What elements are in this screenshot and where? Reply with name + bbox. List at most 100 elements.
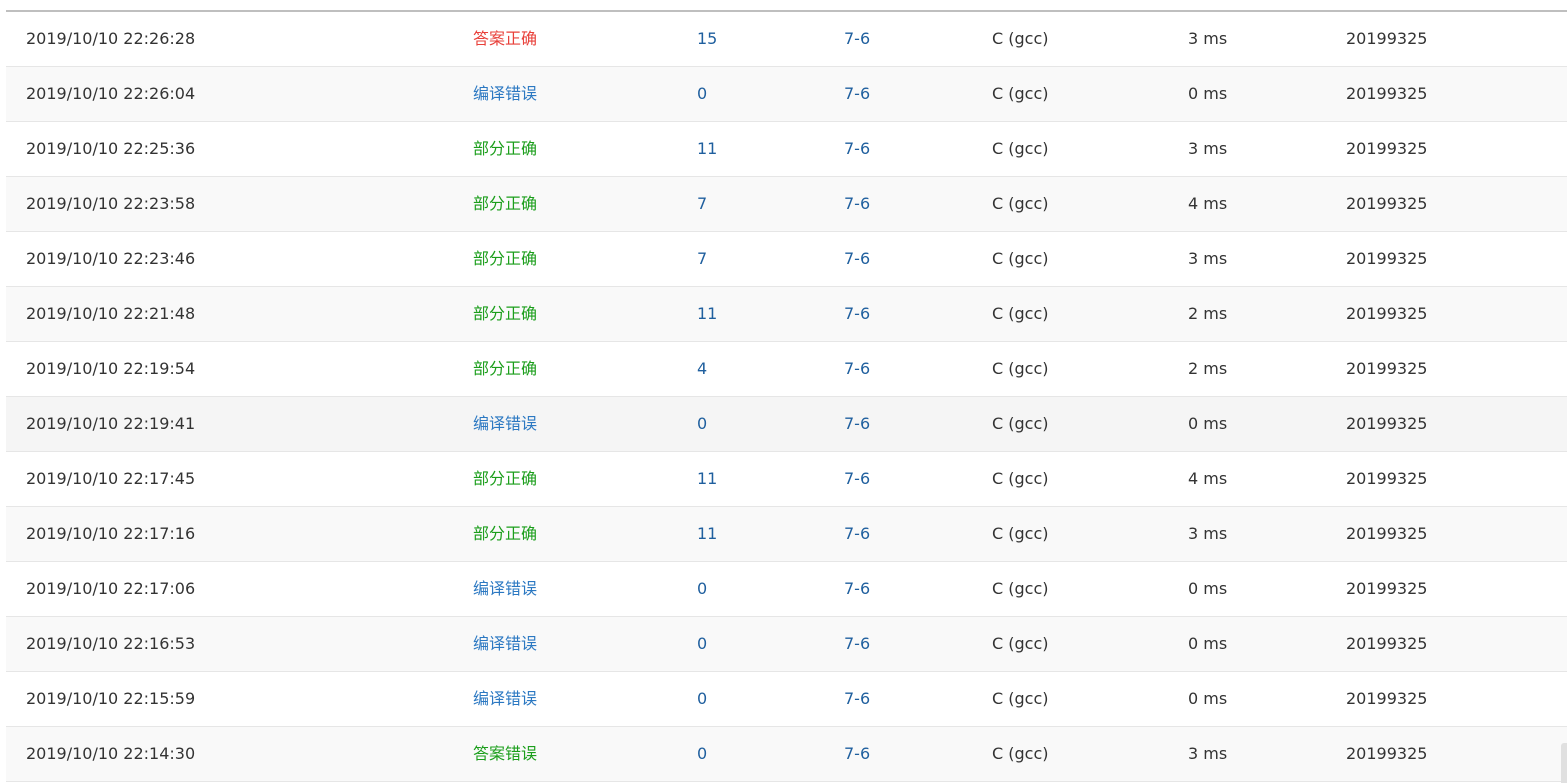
table-row: 2019/10/10 22:26:28 答案正确 15 7-6 C (gcc) … <box>6 12 1567 67</box>
table-row: 2019/10/10 22:21:48 部分正确 11 7-6 C (gcc) … <box>6 287 1567 342</box>
table-row: 2019/10/10 22:14:30 答案错误 0 7-6 C (gcc) 3… <box>6 727 1567 782</box>
compiler: C (gcc) <box>992 579 1049 598</box>
runtime: 2 ms <box>1188 304 1228 323</box>
status-link[interactable]: 部分正确 <box>473 122 537 176</box>
runtime: 3 ms <box>1188 744 1228 763</box>
submit-time: 2019/10/10 22:17:45 <box>26 469 196 488</box>
status-link[interactable]: 编译错误 <box>473 397 537 451</box>
compiler: C (gcc) <box>992 744 1049 763</box>
status-link[interactable]: 编译错误 <box>473 562 537 616</box>
submit-time: 2019/10/10 22:23:58 <box>26 194 196 213</box>
submit-time: 2019/10/10 22:16:53 <box>26 634 196 653</box>
score: 7 <box>697 194 708 213</box>
user-id: 20199325 <box>1346 689 1428 708</box>
submit-time: 2019/10/10 22:26:28 <box>26 29 196 48</box>
compiler: C (gcc) <box>992 194 1049 213</box>
submissions-table: 2019/10/10 22:26:28 答案正确 15 7-6 C (gcc) … <box>6 12 1567 782</box>
status-link[interactable]: 答案错误 <box>473 727 537 781</box>
compiler: C (gcc) <box>992 524 1049 543</box>
status-link[interactable]: 答案正确 <box>473 12 537 66</box>
user-id: 20199325 <box>1346 249 1428 268</box>
runtime: 0 ms <box>1188 634 1228 653</box>
problem-link[interactable]: 7-6 <box>844 452 870 506</box>
table-row: 2019/10/10 22:17:16 部分正确 11 7-6 C (gcc) … <box>6 507 1567 562</box>
runtime: 3 ms <box>1188 139 1228 158</box>
problem-link[interactable]: 7-6 <box>844 287 870 341</box>
compiler: C (gcc) <box>992 469 1049 488</box>
compiler: C (gcc) <box>992 304 1049 323</box>
runtime: 0 ms <box>1188 84 1228 103</box>
submit-time: 2019/10/10 22:23:46 <box>26 249 196 268</box>
problem-link[interactable]: 7-6 <box>844 562 870 616</box>
user-id: 20199325 <box>1346 524 1428 543</box>
user-id: 20199325 <box>1346 194 1428 213</box>
score: 0 <box>697 634 708 653</box>
table-row: 2019/10/10 22:19:54 部分正确 4 7-6 C (gcc) 2… <box>6 342 1567 397</box>
score: 11 <box>697 469 718 488</box>
status-link[interactable]: 编译错误 <box>473 67 537 121</box>
table-row: 2019/10/10 22:17:45 部分正确 11 7-6 C (gcc) … <box>6 452 1567 507</box>
submit-time: 2019/10/10 22:17:16 <box>26 524 196 543</box>
problem-link[interactable]: 7-6 <box>844 397 870 451</box>
runtime: 0 ms <box>1188 689 1228 708</box>
problem-link[interactable]: 7-6 <box>844 12 870 66</box>
runtime: 3 ms <box>1188 524 1228 543</box>
problem-link[interactable]: 7-6 <box>844 232 870 286</box>
runtime: 4 ms <box>1188 469 1228 488</box>
runtime: 3 ms <box>1188 249 1228 268</box>
submit-time: 2019/10/10 22:14:30 <box>26 744 196 763</box>
status-link[interactable]: 部分正确 <box>473 287 537 341</box>
compiler: C (gcc) <box>992 634 1049 653</box>
status-link[interactable]: 编译错误 <box>473 617 537 671</box>
problem-link[interactable]: 7-6 <box>844 122 870 176</box>
compiler: C (gcc) <box>992 84 1049 103</box>
table-row: 2019/10/10 22:26:04 编译错误 0 7-6 C (gcc) 0… <box>6 67 1567 122</box>
status-link[interactable]: 部分正确 <box>473 507 537 561</box>
submit-time: 2019/10/10 22:19:41 <box>26 414 196 433</box>
compiler: C (gcc) <box>992 689 1049 708</box>
problem-link[interactable]: 7-6 <box>844 67 870 121</box>
user-id: 20199325 <box>1346 359 1428 378</box>
compiler: C (gcc) <box>992 359 1049 378</box>
scrollbar-thumb[interactable] <box>1561 743 1567 783</box>
score: 4 <box>697 359 708 378</box>
compiler: C (gcc) <box>992 139 1049 158</box>
table-row: 2019/10/10 22:23:58 部分正确 7 7-6 C (gcc) 4… <box>6 177 1567 232</box>
score: 0 <box>697 744 708 763</box>
user-id: 20199325 <box>1346 304 1428 323</box>
submit-time: 2019/10/10 22:15:59 <box>26 689 196 708</box>
problem-link[interactable]: 7-6 <box>844 177 870 231</box>
user-id: 20199325 <box>1346 29 1428 48</box>
problem-link[interactable]: 7-6 <box>844 617 870 671</box>
table-row: 2019/10/10 22:23:46 部分正确 7 7-6 C (gcc) 3… <box>6 232 1567 287</box>
table-row: 2019/10/10 22:25:36 部分正确 11 7-6 C (gcc) … <box>6 122 1567 177</box>
status-link[interactable]: 部分正确 <box>473 177 537 231</box>
score: 7 <box>697 249 708 268</box>
user-id: 20199325 <box>1346 744 1428 763</box>
status-link[interactable]: 编译错误 <box>473 672 537 726</box>
score: 0 <box>697 579 708 598</box>
score: 15 <box>697 29 718 48</box>
status-link[interactable]: 部分正确 <box>473 452 537 506</box>
score: 11 <box>697 524 718 543</box>
submit-time: 2019/10/10 22:26:04 <box>26 84 196 103</box>
compiler: C (gcc) <box>992 29 1049 48</box>
table-row: 2019/10/10 22:16:53 编译错误 0 7-6 C (gcc) 0… <box>6 617 1567 672</box>
score: 11 <box>697 139 718 158</box>
problem-link[interactable]: 7-6 <box>844 342 870 396</box>
problem-link[interactable]: 7-6 <box>844 727 870 781</box>
user-id: 20199325 <box>1346 139 1428 158</box>
compiler: C (gcc) <box>992 249 1049 268</box>
user-id: 20199325 <box>1346 414 1428 433</box>
score: 0 <box>697 84 708 103</box>
table-row: 2019/10/10 22:17:06 编译错误 0 7-6 C (gcc) 0… <box>6 562 1567 617</box>
problem-link[interactable]: 7-6 <box>844 672 870 726</box>
compiler: C (gcc) <box>992 414 1049 433</box>
user-id: 20199325 <box>1346 579 1428 598</box>
status-link[interactable]: 部分正确 <box>473 232 537 286</box>
runtime: 0 ms <box>1188 579 1228 598</box>
status-link[interactable]: 部分正确 <box>473 342 537 396</box>
problem-link[interactable]: 7-6 <box>844 507 870 561</box>
runtime: 3 ms <box>1188 29 1228 48</box>
user-id: 20199325 <box>1346 84 1428 103</box>
